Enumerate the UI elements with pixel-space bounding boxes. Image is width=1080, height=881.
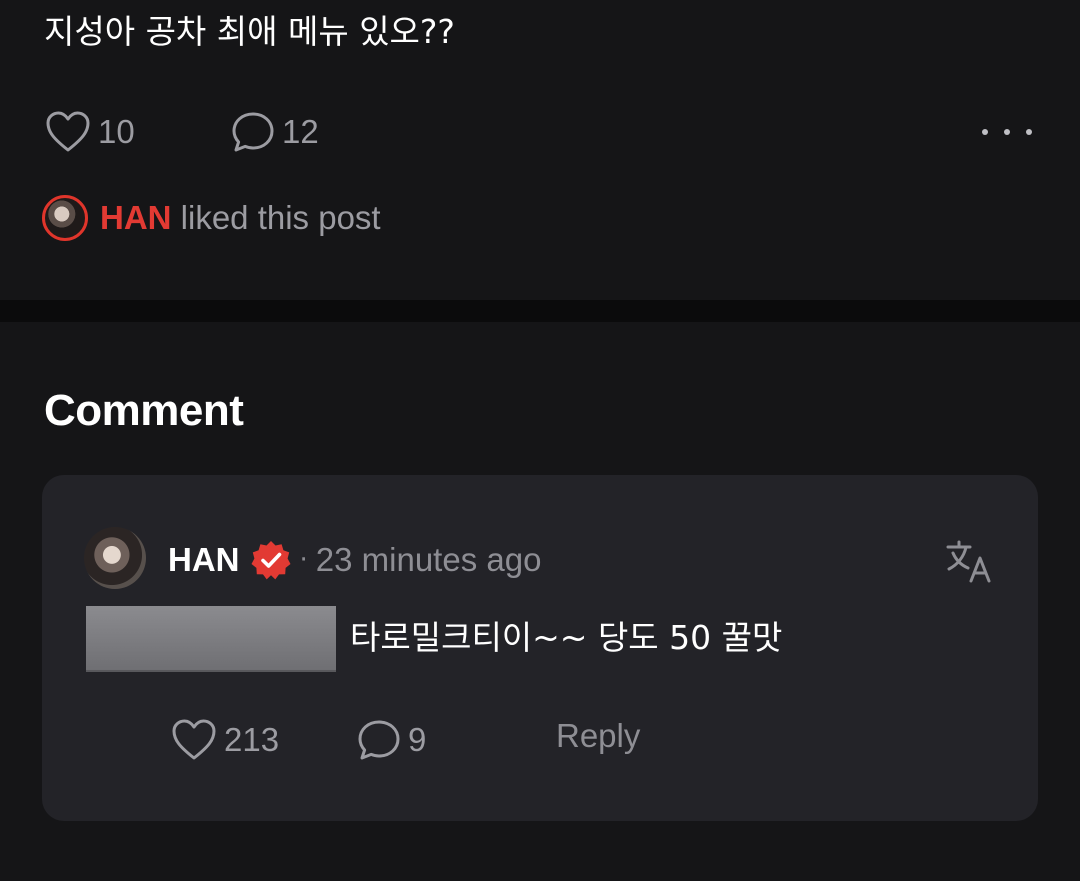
- verified-badge-icon: [251, 541, 290, 580]
- comment-author[interactable]: HAN: [168, 541, 240, 579]
- reply-button[interactable]: Reply: [556, 717, 640, 755]
- more-options-button[interactable]: [982, 118, 1032, 146]
- liked-by-row: HAN liked this post: [42, 194, 381, 242]
- more-horizontal-icon: [982, 129, 988, 135]
- comment-like-button[interactable]: 213: [170, 715, 279, 765]
- post-like-button[interactable]: 10: [44, 108, 135, 156]
- post-text: 지성아 공차 최애 메뉴 있오??: [44, 12, 455, 51]
- comment-section-title: Comment: [44, 386, 244, 435]
- comment-header: HAN · 23 minutes ago: [168, 535, 541, 585]
- comment-replies-button[interactable]: 9: [356, 715, 426, 765]
- heart-icon: [46, 111, 90, 152]
- speech-bubble-icon: [358, 720, 400, 760]
- separator-dot: ·: [299, 545, 308, 575]
- heart-icon: [172, 719, 216, 760]
- liked-suffix: liked this post: [171, 199, 381, 236]
- speech-bubble-icon: [232, 112, 274, 152]
- post-section: 지성아 공차 최애 메뉴 있오?? 10 12 HAN liked this p…: [0, 0, 1080, 300]
- post-comment-button[interactable]: 12: [230, 108, 319, 156]
- section-divider: [0, 300, 1080, 322]
- post-like-count: 10: [98, 113, 135, 150]
- comment-text: 타로밀크티이~~ 당도 50 꿀맛: [350, 618, 783, 657]
- avatar[interactable]: [84, 527, 146, 589]
- comment-card: HAN · 23 minutes ago 타로밀크티이~~ 당도 50 꿀맛 2…: [42, 475, 1038, 821]
- translate-icon[interactable]: [944, 537, 994, 587]
- liker-avatar[interactable]: [42, 195, 88, 241]
- liked-by-text: HAN liked this post: [100, 199, 381, 237]
- comment-timestamp: 23 minutes ago: [315, 541, 542, 578]
- post-comment-count: 12: [282, 113, 319, 150]
- comment-like-count: 213: [224, 721, 280, 758]
- redacted-block: [86, 606, 336, 672]
- liker-name[interactable]: HAN: [100, 199, 172, 236]
- comment-reply-count: 9: [408, 721, 427, 758]
